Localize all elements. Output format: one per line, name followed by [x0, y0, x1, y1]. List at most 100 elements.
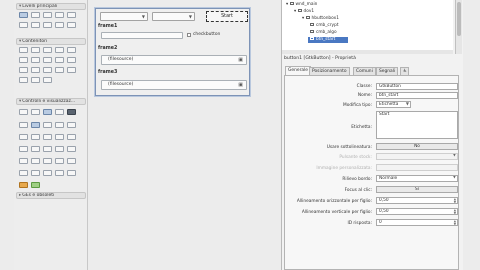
combo-entry-tool-icon[interactable] — [43, 122, 52, 128]
message-dialog-tool-icon[interactable] — [43, 22, 52, 28]
vscrollbar-tool-icon[interactable] — [55, 146, 64, 152]
viewport-tool-icon[interactable] — [67, 57, 76, 63]
icon-view-tool-icon[interactable] — [19, 134, 28, 140]
button-box-tool-icon[interactable] — [55, 67, 64, 73]
xalign-spin[interactable]: 0,50 ▲ ▼ — [376, 197, 458, 204]
radio-button-tool-icon[interactable] — [55, 109, 64, 115]
label-tool-icon[interactable] — [31, 134, 40, 140]
menubar-tool-icon[interactable] — [19, 67, 28, 73]
color-button-tool-icon[interactable] — [19, 170, 28, 176]
palette-section-containers[interactable]: ▾Contenitori — [16, 38, 86, 45]
hseparator-tool-icon[interactable] — [43, 158, 52, 164]
scrolled-window-tool-icon[interactable] — [55, 57, 64, 63]
alignment-tool-icon[interactable] — [19, 57, 28, 63]
class-field: GtkButton — [376, 83, 458, 90]
handlebox-tool-icon[interactable] — [43, 67, 52, 73]
label-text-area[interactable]: Start — [376, 111, 458, 139]
entry-tool-icon[interactable] — [19, 122, 28, 128]
vseparator-tool-icon[interactable] — [55, 158, 64, 164]
spin-arrows-icon[interactable]: ▲ ▼ — [454, 198, 456, 203]
combo-box-tool-icon[interactable] — [31, 122, 40, 128]
hbox-tool-icon[interactable] — [19, 47, 28, 53]
tab-signals[interactable]: Segnali — [376, 67, 399, 75]
paned-tool-icon[interactable] — [43, 57, 52, 63]
relief-combo[interactable]: Normale ▼ — [376, 175, 458, 182]
fixed-tool-icon[interactable] — [67, 67, 76, 73]
arrow-tool-icon[interactable] — [67, 146, 76, 152]
text-view-tool-icon[interactable] — [55, 122, 64, 128]
color-dialog-tool-icon[interactable] — [55, 12, 64, 18]
font-dialog-tool-icon[interactable] — [19, 22, 28, 28]
palette-section-controls[interactable]: ▾Controlli e visualizzaz... — [16, 98, 86, 105]
tree-node[interactable]: cmb_algo — [310, 30, 337, 36]
progress-bar-tool-icon[interactable] — [67, 134, 76, 140]
file-dialog-tool-icon[interactable] — [67, 12, 76, 18]
image-tool-icon[interactable] — [55, 134, 64, 140]
checkbox[interactable] — [187, 33, 191, 37]
crypt-combo[interactable]: ▼ — [100, 12, 148, 21]
tree-view-tool-icon[interactable] — [67, 122, 76, 128]
palette-section-obsolete[interactable]: ▸GEs e obsoleti — [16, 192, 86, 199]
dialog-tool-icon[interactable] — [31, 12, 40, 18]
button-tool-icon[interactable] — [19, 109, 28, 115]
tree-node[interactable]: cmb_crypt — [310, 23, 339, 29]
start-button[interactable]: Start — [206, 11, 248, 22]
tree-vertical-scrollbar[interactable] — [455, 0, 462, 54]
eventbox-tool-icon[interactable] — [31, 77, 40, 83]
accel-label-tool-icon[interactable] — [43, 134, 52, 140]
name-field[interactable]: btn_start — [376, 92, 458, 99]
frame-tool-icon[interactable] — [67, 47, 76, 53]
menu-tool-icon[interactable] — [19, 182, 28, 188]
notebook-tool-icon[interactable] — [55, 47, 64, 53]
table-tool-icon[interactable] — [43, 47, 52, 53]
palette-section-toplevels[interactable]: ▾Livelli principali — [16, 3, 86, 10]
widget-tree[interactable]: ▾ wnd_main ▾ dov1 ▾ hbuttonbox1 cmb_cryp… — [282, 0, 453, 54]
hscale-tool-icon[interactable] — [19, 146, 28, 152]
recent-dialog-tool-icon[interactable] — [55, 22, 64, 28]
spin-arrows-icon[interactable]: ▲ ▼ — [454, 220, 456, 225]
link-button-tool-icon[interactable] — [55, 170, 64, 176]
response-id-spin[interactable]: 0 ▲ ▼ — [376, 219, 458, 226]
tree-node-selected[interactable]: btn_start — [308, 37, 348, 43]
tree-node[interactable]: ▾ wnd_main — [286, 2, 317, 8]
scale-button-tool-icon[interactable] — [67, 170, 76, 176]
drawing-area-tool-icon[interactable] — [31, 158, 40, 164]
yalign-spin[interactable]: 0,50 ▲ ▼ — [376, 208, 458, 215]
vbox-tool-icon[interactable] — [31, 47, 40, 53]
font-button-tool-icon[interactable] — [31, 170, 40, 176]
tab-general[interactable]: Generale — [285, 66, 312, 75]
tree-node[interactable]: ▾ hbuttonbox1 — [302, 16, 339, 22]
toolbar-tool-icon[interactable] — [31, 67, 40, 73]
focus-on-click-toggle[interactable]: Sì — [376, 186, 458, 193]
window-tool-icon[interactable] — [19, 12, 28, 18]
check-button-tool-icon[interactable] — [43, 109, 52, 115]
ruler-tool-icon[interactable] — [67, 158, 76, 164]
toggle-button-tool-icon[interactable] — [31, 109, 40, 115]
expander-tool-icon[interactable] — [31, 57, 40, 63]
tree-node[interactable]: ▾ dov1 — [294, 9, 314, 15]
tab-accessibility[interactable]: ♿ — [400, 67, 409, 75]
main-window-preview[interactable]: ▼ ▼ Start frame1 checkbutton frame2 (fil… — [95, 8, 250, 96]
hscrollbar-tool-icon[interactable] — [43, 146, 52, 152]
statusbar-tool-icon[interactable] — [43, 77, 52, 83]
file-chooser-button[interactable]: (filesource) ▣ — [101, 55, 247, 65]
use-underline-toggle[interactable]: No — [376, 143, 458, 150]
tab-common[interactable]: Comuni — [353, 67, 376, 75]
about-dialog-tool-icon[interactable] — [43, 12, 52, 18]
tab-packing[interactable]: Posizionamento — [309, 67, 350, 75]
printer-tool-icon[interactable] — [31, 182, 40, 188]
edit-type-combo[interactable]: Etichetta ▼ — [376, 101, 411, 108]
text-entry[interactable] — [101, 32, 183, 39]
algo-combo[interactable]: ▼ — [152, 12, 195, 21]
layout-tool-icon[interactable] — [19, 77, 28, 83]
vscale-tool-icon[interactable] — [31, 146, 40, 152]
file-chooser-button[interactable]: (filesource) ▣ — [101, 80, 247, 90]
calendar-tool-icon[interactable] — [19, 158, 28, 164]
scrollbar-thumb[interactable] — [457, 2, 461, 36]
assistant-tool-icon[interactable] — [67, 22, 76, 28]
spin-arrows-icon[interactable]: ▲ ▼ — [454, 209, 456, 214]
tree-horizontal-scrollbar[interactable] — [282, 50, 453, 54]
input-dialog-tool-icon[interactable] — [31, 22, 40, 28]
file-chooser-button-tool-icon[interactable] — [43, 170, 52, 176]
spin-button-tool-icon[interactable] — [67, 109, 76, 115]
